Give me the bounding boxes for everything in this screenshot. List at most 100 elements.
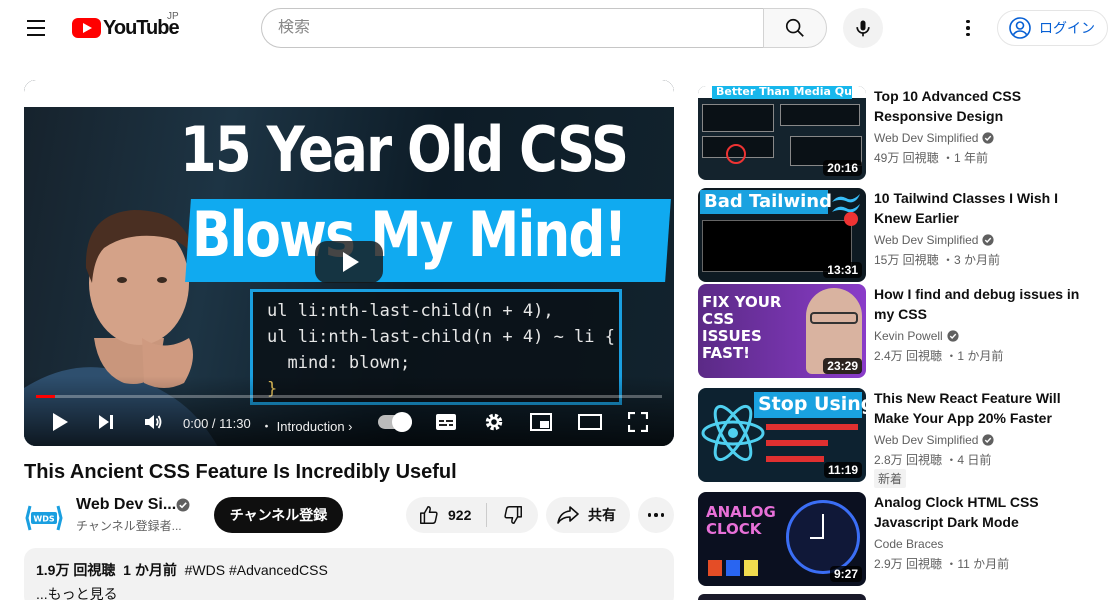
subscriber-count: チャンネル登録者... xyxy=(76,519,182,533)
settings-more-icon[interactable] xyxy=(952,12,984,44)
next-button[interactable] xyxy=(94,410,118,434)
video-duration: 13:31 xyxy=(823,262,862,278)
recommended-channel-name: Web Dev Simplified xyxy=(874,233,979,247)
player-controls: 0:00 / 11:30 ・ Introduction › xyxy=(24,402,674,442)
gear-icon xyxy=(485,413,503,431)
recommended-thumbnail-partial[interactable] xyxy=(698,594,866,600)
video-player[interactable]: 15 Year Old CSS Blows My Mind! ul li:nth… xyxy=(24,80,674,446)
recommended-video[interactable]: Bad Tailwind 13:31 10 Tailwind Classes I… xyxy=(698,188,1098,282)
recommended-title[interactable]: 10 Tailwind Classes I Wish I Knew Earlie… xyxy=(874,188,1080,228)
thumbnail-caption: FIX YOUR CSS ISSUES FAST! xyxy=(702,293,782,362)
large-play-button[interactable] xyxy=(315,241,383,283)
volume-icon xyxy=(145,415,162,429)
thumbs-down-icon xyxy=(503,506,522,524)
share-label: 共有 xyxy=(588,507,616,523)
recommended-thumbnail[interactable]: ANALOG CLOCK 9:27 xyxy=(698,492,866,586)
hamburger-menu-icon[interactable] xyxy=(20,12,52,44)
share-icon xyxy=(557,506,579,524)
verified-badge-icon xyxy=(947,330,959,342)
volume-button[interactable] xyxy=(141,410,165,434)
subtitles-button[interactable] xyxy=(434,410,458,434)
search-button[interactable] xyxy=(763,8,827,48)
tailwind-logo-icon xyxy=(832,194,860,213)
thumbnail-caption: Better Than Media Queries xyxy=(716,86,866,98)
progress-played xyxy=(36,395,55,398)
masthead: YouTube JP ログイン xyxy=(0,0,1109,56)
search-icon xyxy=(785,18,804,37)
recommended-channel-name: Code Braces xyxy=(874,537,944,551)
chapter-button[interactable]: ・ Introduction › xyxy=(260,416,353,435)
recommended-meta: 49万 回視聴 ・1 年前 xyxy=(874,151,989,165)
recommended-channel[interactable]: Web Dev Simplified xyxy=(874,433,995,447)
like-dislike-group: 922 xyxy=(406,497,538,533)
subtitles-icon xyxy=(436,414,456,430)
channel-avatar-text: WDS xyxy=(33,515,54,524)
recommended-channel[interactable]: Code Braces xyxy=(874,537,943,551)
account-icon xyxy=(1009,17,1031,39)
video-duration: 20:16 xyxy=(823,160,862,176)
recommended-channel[interactable]: Web Dev Simplified xyxy=(874,131,995,145)
frame-top-edge xyxy=(24,80,674,107)
recommended-thumbnail[interactable]: Better Than Media Queries 20:16 xyxy=(698,86,866,180)
verified-badge-icon xyxy=(982,132,995,144)
recommended-title[interactable]: Top 10 Advanced CSS Responsive Design Co… xyxy=(874,86,1080,126)
verified-badge-icon xyxy=(982,234,995,246)
recommended-channel-name: Web Dev Simplified xyxy=(874,131,979,145)
recommended-title[interactable]: This New React Feature Will Make Your Ap… xyxy=(874,388,1080,428)
youtube-logo[interactable]: YouTube xyxy=(72,14,180,42)
thumbs-up-icon xyxy=(420,506,438,524)
voice-search-button[interactable] xyxy=(843,8,883,48)
channel-name[interactable]: Web Dev Si... xyxy=(76,496,176,514)
recommended-thumbnail[interactable]: FIX YOUR CSS ISSUES FAST! 23:29 xyxy=(698,284,866,378)
recommended-meta: 15万 回視聴 ・3 か月前 xyxy=(874,253,1001,267)
play-button[interactable] xyxy=(48,410,72,434)
recommended-meta: 2.4万 回視聴 ・1 か月前 xyxy=(874,349,1004,363)
autoplay-toggle[interactable] xyxy=(378,412,412,432)
login-button[interactable]: ログイン xyxy=(997,10,1108,46)
time-display: 0:00 / 11:30 xyxy=(183,416,251,431)
view-count: 1.9万 回視聴 xyxy=(36,562,116,578)
like-count: 922 xyxy=(448,507,472,523)
thumbnail-caption: Stop Using xyxy=(758,393,866,415)
video-title: This Ancient CSS Feature Is Incredibly U… xyxy=(24,461,457,483)
description-stats: 1.9万 回視聴 1 か月前 #WDS #AdvancedCSS xyxy=(36,560,662,580)
progress-bar[interactable] xyxy=(36,395,662,398)
search-input[interactable] xyxy=(278,19,764,37)
recommended-meta: 2.9万 回視聴 ・11 か月前 xyxy=(874,557,1010,571)
recommended-video[interactable]: Better Than Media Queries 20:16 Top 10 A… xyxy=(698,86,1098,180)
hashtags[interactable]: #WDS #AdvancedCSS xyxy=(185,562,328,578)
recommended-title[interactable]: How I find and debug issues in my CSS xyxy=(874,284,1080,324)
like-button[interactable]: 922 xyxy=(406,497,486,533)
dislike-button[interactable] xyxy=(487,497,538,533)
share-button[interactable]: 共有 xyxy=(546,497,630,533)
more-actions-button[interactable] xyxy=(638,497,674,533)
recommended-channel[interactable]: Web Dev Simplified xyxy=(874,233,995,247)
fullscreen-icon xyxy=(628,412,648,432)
play-icon xyxy=(53,413,68,431)
video-duration: 23:29 xyxy=(823,358,862,374)
recommended-channel[interactable]: Kevin Powell xyxy=(874,329,959,343)
thumbnail-caption: ANALOG CLOCK xyxy=(706,503,776,538)
subscribe-button[interactable]: チャンネル登録 xyxy=(214,497,343,533)
video-duration: 9:27 xyxy=(829,566,862,582)
theater-mode-button[interactable] xyxy=(578,410,602,434)
recommended-video[interactable]: ANALOG CLOCK 9:27 Analog Clock HTML CSS … xyxy=(698,492,1098,586)
recommended-thumbnail[interactable]: Stop Using 11:19 xyxy=(698,388,866,482)
miniplayer-button[interactable] xyxy=(529,410,553,434)
recommended-video[interactable]: Stop Using 11:19 This New React Feature … xyxy=(698,388,1098,488)
recommended-thumbnail[interactable]: Bad Tailwind 13:31 xyxy=(698,188,866,282)
theater-icon xyxy=(578,414,602,430)
thumbnail-headline-1: 15 Year Old CSS xyxy=(180,113,629,186)
recommended-video[interactable]: FIX YOUR CSS ISSUES FAST! 23:29 How I fi… xyxy=(698,284,1098,378)
recommended-title[interactable]: Analog Clock HTML CSS Javascript Dark Mo… xyxy=(874,492,1080,532)
verified-badge-icon xyxy=(176,498,190,512)
description-box[interactable]: 1.9万 回視聴 1 か月前 #WDS #AdvancedCSS ...もっと見… xyxy=(24,548,674,600)
fullscreen-button[interactable] xyxy=(626,410,650,434)
code-line-3: mind: blown; xyxy=(267,353,411,373)
settings-button[interactable] xyxy=(482,410,506,434)
thumbnail-caption: Bad Tailwind xyxy=(704,191,832,212)
microphone-icon xyxy=(856,20,870,37)
show-more-link[interactable]: ...もっと見る xyxy=(36,584,662,600)
recommended-channel-name: Kevin Powell xyxy=(874,329,943,343)
channel-avatar[interactable]: WDS xyxy=(24,498,64,538)
